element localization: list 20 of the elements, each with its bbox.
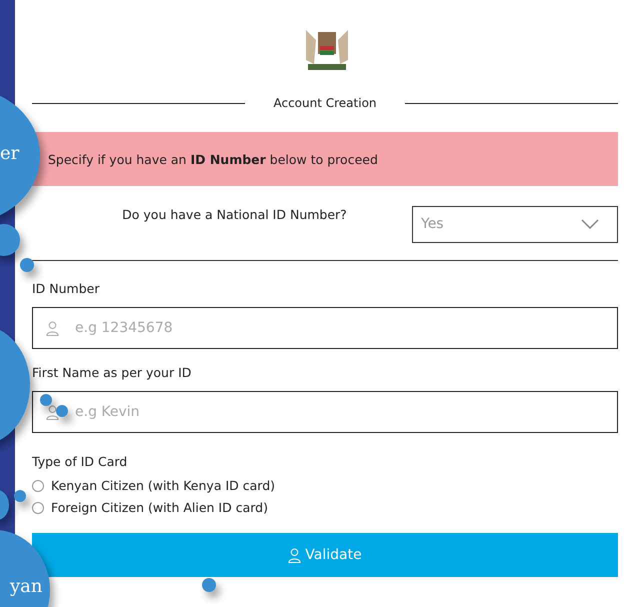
input-field[interactable]: e.g 12345678 bbox=[32, 307, 618, 349]
field-label: ID Number bbox=[32, 281, 100, 296]
validate-button[interactable]: Validate bbox=[32, 533, 618, 577]
radio-label[interactable]: Kenyan Citizen (with Kenya ID card) bbox=[51, 478, 275, 493]
field-label: Type of ID Card bbox=[32, 454, 128, 469]
person-icon bbox=[288, 548, 302, 562]
national-id-dropdown[interactable]: Yes bbox=[412, 206, 618, 242]
radio-button[interactable] bbox=[32, 480, 44, 492]
chevron-down-icon bbox=[581, 219, 599, 229]
section-title: Account Creation bbox=[273, 96, 377, 110]
input-field[interactable]: e.g Kevin bbox=[32, 391, 618, 433]
bubble-text: yan bbox=[10, 576, 42, 597]
radio-button[interactable] bbox=[32, 502, 44, 514]
person-icon bbox=[46, 320, 59, 336]
person-icon bbox=[46, 404, 59, 420]
field-label: First Name as per your ID bbox=[32, 365, 192, 380]
alert-message: Specify if you have an ID Number below to proceed bbox=[48, 152, 378, 166]
radio-label[interactable]: Foreign Citizen (with Alien ID card) bbox=[51, 500, 268, 515]
bubble-text: er bbox=[0, 143, 20, 164]
question-label: Do you have a National ID Number? bbox=[121, 207, 348, 222]
